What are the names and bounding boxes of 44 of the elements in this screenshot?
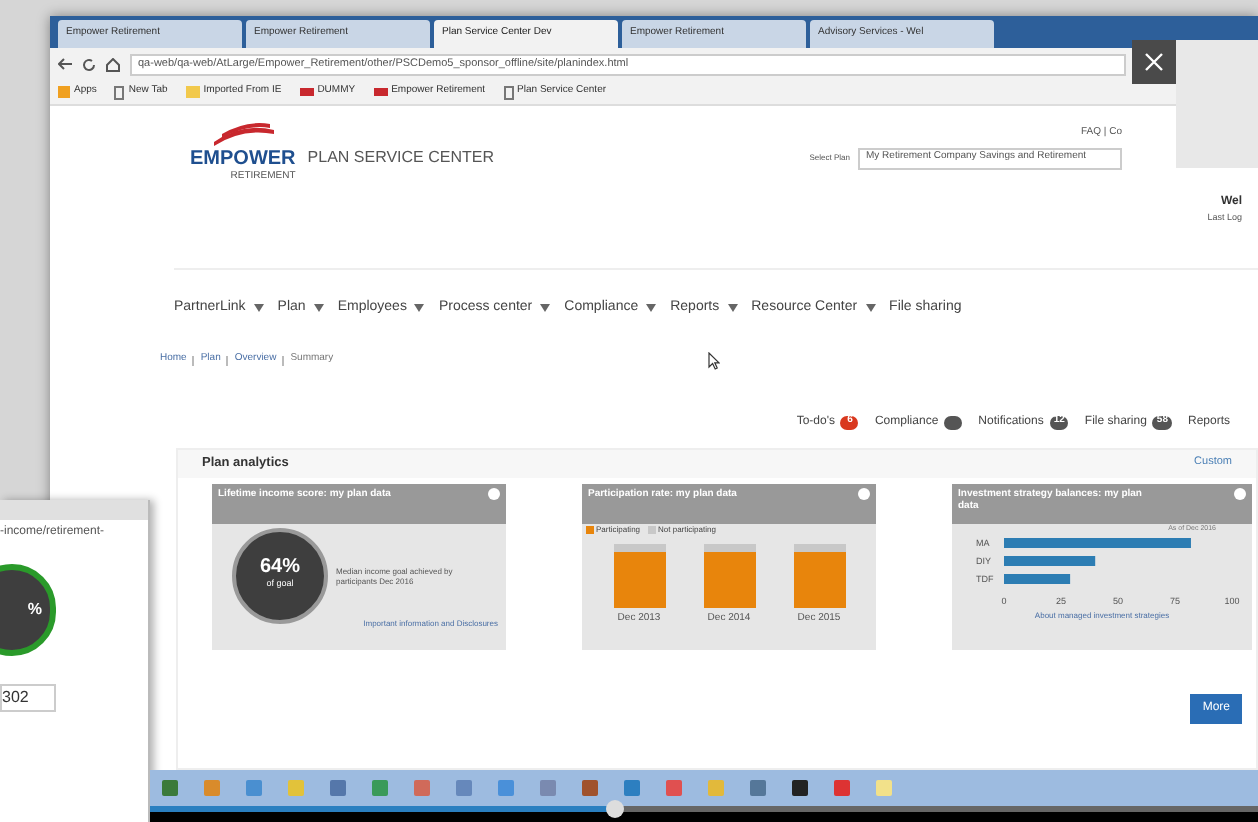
brand-name: EMPOWER xyxy=(190,150,296,170)
taskbar-app-icon[interactable] xyxy=(162,780,178,796)
taskbar-app-icon[interactable] xyxy=(204,780,220,796)
flag-icon xyxy=(373,88,388,96)
taskbar-app-icon[interactable] xyxy=(708,780,724,796)
taskbar-app-icon[interactable] xyxy=(288,780,304,796)
page-icon xyxy=(114,85,125,99)
info-icon[interactable] xyxy=(858,487,870,499)
page-icon xyxy=(503,85,514,99)
apps-grid-icon xyxy=(58,86,70,98)
taskbar-app-icon[interactable] xyxy=(330,780,346,796)
video-seek-track[interactable] xyxy=(150,806,1258,812)
taskbar-app-icon[interactable] xyxy=(540,780,556,796)
taskbar-app-icon[interactable] xyxy=(666,780,682,796)
reload-icon[interactable] xyxy=(82,57,96,71)
strategy-bar xyxy=(1004,573,1071,584)
close-icon xyxy=(1144,52,1164,72)
taskbar-app-icon[interactable] xyxy=(246,780,262,796)
folder-icon xyxy=(185,86,200,98)
back-arrow-icon[interactable] xyxy=(58,58,72,70)
input-field[interactable]: 302 xyxy=(0,684,56,712)
participation-bar-icon xyxy=(703,543,755,607)
strategy-bar xyxy=(1004,555,1096,566)
home-icon[interactable] xyxy=(106,57,120,71)
gauge-percent: % xyxy=(27,598,42,622)
taskbar-app-icon[interactable] xyxy=(750,780,766,796)
mouse-cursor-icon xyxy=(707,351,720,369)
product-title: PLAN SERVICE CENTER xyxy=(307,146,494,170)
taskbar-app-icon[interactable] xyxy=(624,780,640,796)
taskbar-app-icon[interactable] xyxy=(414,780,430,796)
flag-icon xyxy=(299,88,314,96)
info-icon[interactable] xyxy=(1234,487,1246,499)
participation-bar-icon xyxy=(613,543,665,607)
taskbar-app-icon[interactable] xyxy=(456,780,472,796)
score-percent: 64% xyxy=(259,558,300,579)
taskbar-app-icon[interactable] xyxy=(582,780,598,796)
info-icon[interactable] xyxy=(488,487,500,499)
close-button[interactable] xyxy=(1132,40,1176,84)
taskbar-app-icon[interactable] xyxy=(498,780,514,796)
taskbar-app-icon[interactable] xyxy=(876,780,892,796)
taskbar-app-icon[interactable] xyxy=(792,780,808,796)
taskbar-app-icon[interactable] xyxy=(372,780,388,796)
participation-bar-icon xyxy=(793,543,845,607)
taskbar-app-icon[interactable] xyxy=(834,780,850,796)
